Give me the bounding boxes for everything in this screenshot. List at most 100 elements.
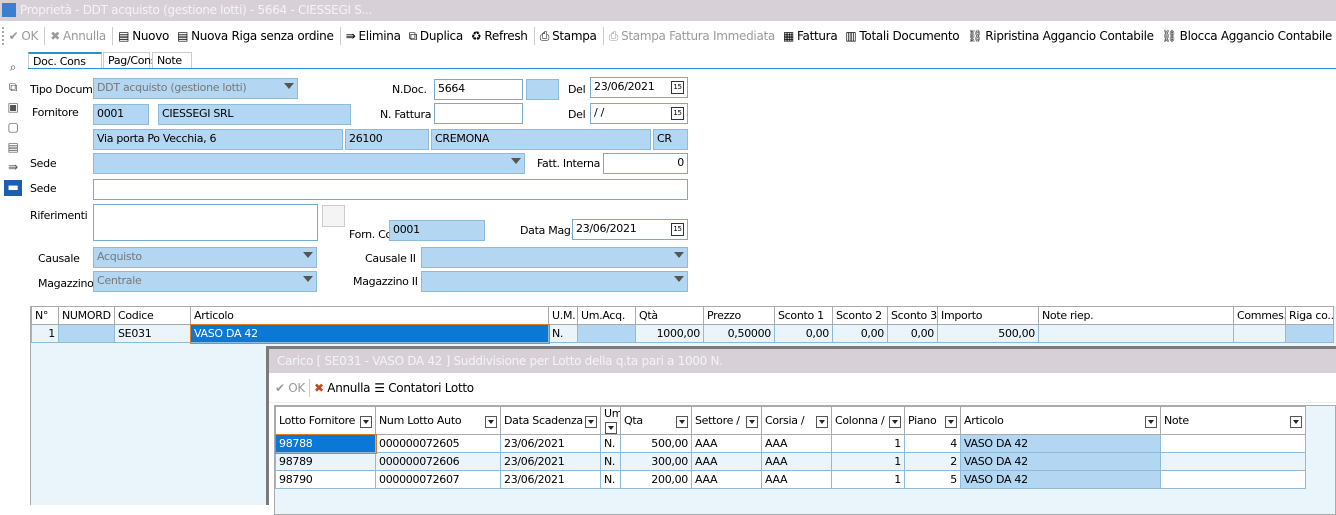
table-cell[interactable]: 23/06/2021 — [501, 453, 601, 471]
filter-dropdown-icon[interactable] — [746, 416, 758, 428]
table-cell[interactable]: N. — [601, 453, 621, 471]
tab-note[interactable]: Note — [152, 52, 192, 69]
fatt-interna-field[interactable]: 0 — [603, 153, 688, 174]
search-icon[interactable]: ⌕ — [4, 60, 22, 76]
filter-dropdown-icon[interactable] — [816, 416, 828, 428]
column-header[interactable]: N° — [32, 307, 59, 325]
column-header[interactable]: Qta — [621, 407, 692, 435]
table-cell[interactable]: 4 — [905, 435, 961, 453]
annulla-button[interactable]: ✖Annulla — [46, 25, 110, 47]
sede-select[interactable] — [93, 153, 525, 174]
fornitore-name-field[interactable]: CIESSEGI SRL — [158, 104, 351, 125]
city-field[interactable]: CREMONA — [431, 129, 651, 150]
ndoc-field[interactable]: 5664 — [434, 79, 523, 100]
table-cell[interactable] — [1161, 435, 1306, 453]
filter-dropdown-icon[interactable] — [1145, 416, 1157, 428]
filter-dropdown-icon[interactable] — [605, 422, 617, 434]
table-cell[interactable]: 23/06/2021 — [501, 435, 601, 453]
table-cell[interactable] — [1161, 471, 1306, 489]
column-header[interactable]: Commes... — [1234, 307, 1286, 325]
table-cell[interactable]: 500,00 — [938, 325, 1039, 343]
table-cell[interactable]: 0,50000 — [704, 325, 775, 343]
table-cell[interactable]: 500,00 — [621, 435, 692, 453]
tab-doc-cons[interactable]: Doc. Cons — [28, 52, 102, 69]
column-header[interactable]: NUMORD — [59, 307, 115, 325]
riferimenti-textarea[interactable] — [93, 204, 318, 241]
contatori-lotto-button[interactable]: ☰ Contatori Lotto — [374, 381, 474, 395]
blocca-aggancio-contabile-button[interactable]: ⛓Blocca Aggancio Contabile — [1158, 25, 1336, 47]
table-cell[interactable]: 1 — [32, 325, 59, 343]
calendar-icon[interactable]: 15 — [671, 223, 684, 236]
stampa-fattura-immediata-button[interactable]: ⎙Stampa Fattura Immediata — [605, 25, 779, 47]
ripristina-aggancio-contabile-button[interactable]: ⛓Ripristina Aggancio Contabile — [963, 25, 1157, 47]
table-cell[interactable]: AAA — [692, 435, 762, 453]
forn-co-field[interactable]: 0001 — [389, 220, 485, 241]
column-header[interactable]: Data Scadenza — [501, 407, 601, 435]
causale-select[interactable]: Acquisto — [93, 247, 317, 268]
table-row[interactable]: 9878900000007260623/06/2021N.300,00AAAAA… — [276, 453, 1306, 471]
table-cell[interactable]: 000000072606 — [376, 453, 501, 471]
refresh-button[interactable]: ♻Refresh — [467, 25, 532, 47]
table-cell[interactable] — [1234, 325, 1286, 343]
filter-dropdown-icon[interactable] — [676, 416, 688, 428]
nuova-riga-senza-ordine-button[interactable]: ▤Nuova Riga senza ordine — [173, 25, 338, 47]
ndoc-suffix-field[interactable] — [526, 79, 559, 100]
column-header[interactable]: Sconto 3 — [888, 307, 938, 325]
nfattura-field[interactable] — [434, 103, 523, 124]
fornitore-code-field[interactable]: 0001 — [93, 104, 149, 125]
table-cell[interactable] — [59, 325, 115, 343]
filter-dropdown-icon[interactable] — [945, 416, 957, 428]
table-cell[interactable] — [578, 325, 636, 343]
cap-field[interactable]: 26100 — [345, 129, 429, 150]
column-header[interactable]: Note — [1161, 407, 1306, 435]
column-header[interactable]: Prezzo — [704, 307, 775, 325]
filter-dropdown-icon[interactable] — [485, 416, 497, 428]
table-cell[interactable]: 200,00 — [621, 471, 692, 489]
move-row-icon[interactable]: ⇛ — [4, 160, 22, 176]
table-cell[interactable]: 1000,00 — [636, 325, 704, 343]
table-cell[interactable]: 300,00 — [621, 453, 692, 471]
column-header[interactable]: Settore / — [692, 407, 762, 435]
tab-pag-cons[interactable]: Pag/Cons. — [103, 52, 150, 69]
del-date-field[interactable]: 23/06/202115 — [590, 77, 688, 98]
column-header[interactable]: Qtà — [636, 307, 704, 325]
column-header[interactable]: Lotto Fornitore — [276, 407, 376, 435]
table-cell[interactable]: 5 — [905, 471, 961, 489]
filter-dropdown-icon[interactable] — [360, 416, 372, 428]
table-cell[interactable]: 23/06/2021 — [501, 471, 601, 489]
province-field[interactable]: CR — [653, 129, 688, 150]
causale2-select[interactable] — [421, 247, 688, 268]
address-field[interactable]: Via porta Po Vecchia, 6 — [93, 129, 343, 150]
fattura-button[interactable]: ▦Fattura — [779, 25, 841, 47]
table-cell[interactable]: SE031 — [115, 325, 191, 343]
column-header[interactable]: Sconto 1 — [775, 307, 833, 325]
table-row[interactable]: 9879000000007260723/06/2021N.200,00AAAAA… — [276, 471, 1306, 489]
table-row[interactable]: 9878800000007260523/06/2021N.500,00AAAAA… — [276, 435, 1306, 453]
column-header[interactable]: Articolo — [961, 407, 1161, 435]
column-header[interactable]: Num Lotto Auto — [376, 407, 501, 435]
filter-dropdown-icon[interactable] — [1290, 416, 1302, 428]
table-cell[interactable]: 1 — [832, 471, 905, 489]
network-icon[interactable]: ⧉ — [4, 80, 22, 96]
totali-documento-button[interactable]: ▥Totali Documento — [841, 25, 963, 47]
table-cell[interactable]: VASO DA 42 — [961, 471, 1161, 489]
table-cell[interactable]: 000000072605 — [376, 435, 501, 453]
table-cell[interactable]: VASO DA 42 — [961, 453, 1161, 471]
table-cell[interactable] — [1161, 453, 1306, 471]
column-header[interactable]: Riga co... — [1286, 307, 1334, 325]
column-header[interactable]: Um.Acq. — [578, 307, 636, 325]
sede2-field[interactable] — [93, 179, 688, 200]
table-row[interactable]: 1SE031VASO DA 42N.1000,000,500000,000,00… — [32, 325, 1334, 343]
column-header[interactable]: U.M. — [549, 307, 578, 325]
column-header[interactable]: Colonna / — [832, 407, 905, 435]
table-cell[interactable]: 2 — [905, 453, 961, 471]
nuovo-button[interactable]: ▤Nuovo — [114, 25, 173, 47]
table-cell[interactable]: 0,00 — [775, 325, 833, 343]
table-cell[interactable]: AAA — [692, 453, 762, 471]
filter-dropdown-icon[interactable] — [889, 416, 901, 428]
filter-dropdown-icon[interactable] — [585, 416, 597, 428]
stampa-button[interactable]: ⎙Stampa — [536, 25, 601, 47]
table-cell[interactable]: N. — [549, 325, 578, 343]
dialog-annulla-button[interactable]: ✖ Annulla — [314, 381, 370, 395]
document-icon[interactable]: ▤ — [4, 140, 22, 156]
